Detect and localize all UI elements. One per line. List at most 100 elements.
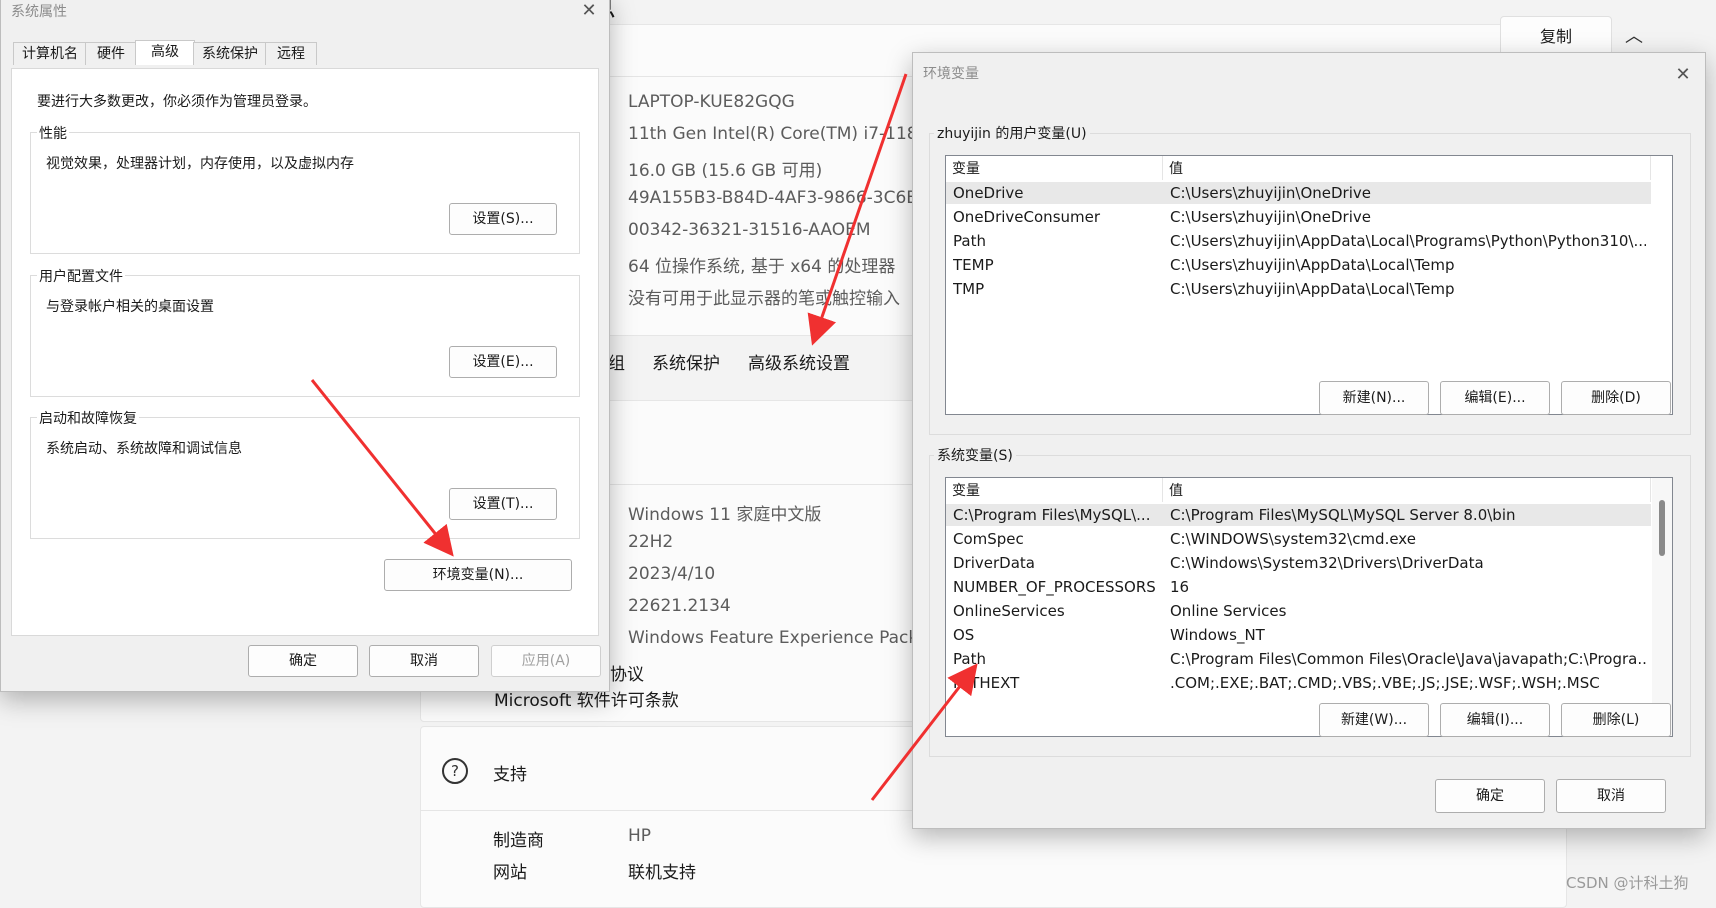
column-header-value[interactable]: 值 (1163, 478, 1651, 502)
manufacturer-value: HP (628, 826, 652, 846)
startup-recovery-desc: 系统启动、系统故障和调试信息 (46, 441, 242, 457)
ram-value: 16.0 GB (15.6 GB 可用) (628, 161, 823, 181)
variable-value-cell: C:\WINDOWS\system32\cmd.exe (1170, 530, 1416, 548)
variable-name-cell: Path (953, 232, 986, 250)
variable-value-cell: 16 (1170, 578, 1190, 596)
device-id-value: 49A155B3-B84D-4AF3-9866-3C6EF96 (628, 188, 949, 208)
column-header-variable[interactable]: 变量 (946, 156, 1163, 180)
edition-value: Windows 11 家庭中文版 (628, 505, 822, 525)
dialog-title: 系统属性 (11, 4, 67, 20)
chevron-up-icon[interactable]: ︿ (1625, 22, 1643, 48)
system-edit-button[interactable]: 编辑(I)... (1440, 703, 1550, 737)
table-row[interactable]: DriverData C:\Windows\System32\Drivers\Dr… (946, 552, 1651, 574)
user-profiles-desc: 与登录帐户相关的桌面设置 (46, 299, 214, 315)
tab-strip: 计算机名 硬件 高级 系统保护 远程 (13, 40, 593, 68)
tab-advanced[interactable]: 高级 (135, 40, 195, 65)
version-value: 22H2 (628, 532, 674, 552)
table-row[interactable]: OS Windows_NT (946, 624, 1651, 646)
variable-value-cell: C:\Program Files\Common Files\Oracle\Jav… (1170, 650, 1646, 668)
environment-variables-dialog: 环境变量 ✕ zhuyijin 的用户变量(U) 变量 值 OneDrive C:… (912, 52, 1706, 829)
variable-name-cell: OnlineServices (953, 602, 1065, 620)
tab-remote[interactable]: 远程 (265, 42, 317, 65)
close-icon[interactable]: ✕ (1669, 61, 1697, 89)
tab-system-protection[interactable]: 系统保护 (193, 42, 267, 65)
support-title: 支持 (493, 765, 527, 785)
variable-name-cell: PATHEXT (953, 674, 1020, 692)
variable-name-cell: OS (953, 626, 975, 644)
variable-name-cell: OneDrive (953, 184, 1024, 202)
related-link-domain[interactable]: 组 (608, 349, 625, 374)
table-row[interactable]: OneDrive C:\Users\zhuyijin\OneDrive (946, 182, 1651, 204)
manufacturer-label: 制造商 (493, 831, 544, 851)
user-edit-button[interactable]: 编辑(E)... (1440, 381, 1550, 415)
scrollbar-thumb[interactable] (1659, 500, 1665, 556)
help-icon: ? (442, 758, 468, 784)
advanced-tab-panel: 要进行大多数更改，你必须作为管理员登录。 性能 视觉效果，处理器计划，内存使用，… (11, 68, 599, 636)
variable-value-cell: C:\Users\zhuyijin\AppData\Local\Temp (1170, 256, 1455, 274)
table-row[interactable]: Path C:\Users\zhuyijin\AppData\Local\Prog… (946, 230, 1651, 252)
performance-desc: 视觉效果，处理器计划，内存使用，以及虚拟内存 (46, 156, 354, 172)
user-profiles-group (30, 275, 580, 397)
ok-button[interactable]: 确定 (248, 645, 358, 677)
user-profiles-title: 用户配置文件 (37, 266, 125, 286)
system-variables-list[interactable]: 变量 值 C:\Program Files\MySQL\... C:\Progra… (945, 477, 1673, 737)
variable-value-cell: Windows_NT (1170, 626, 1265, 644)
env-cancel-button[interactable]: 取消 (1556, 779, 1666, 813)
close-icon[interactable]: ✕ (575, 0, 603, 25)
watermark: CSDN @计科土狗 (1566, 874, 1689, 892)
table-row[interactable]: OneDriveConsumer C:\Users\zhuyijin\OneDri… (946, 206, 1651, 228)
user-delete-button[interactable]: 删除(D) (1561, 381, 1671, 415)
table-row[interactable]: PATHEXT .COM;.EXE;.BAT;.CMD;.VBS;.VBE;.JS… (946, 672, 1651, 694)
related-link-advanced-settings[interactable]: 高级系统设置 (748, 349, 850, 374)
related-link-system-protection[interactable]: 系统保护 (652, 349, 720, 374)
startup-recovery-group (30, 417, 580, 539)
product-id-value: 00342-36321-31516-AAOEM (628, 220, 871, 240)
table-row[interactable]: ComSpec C:\WINDOWS\system32\cmd.exe (946, 528, 1651, 550)
environment-variables-button[interactable]: 环境变量(N)... (384, 559, 572, 591)
scrollbar[interactable] (1652, 478, 1672, 736)
table-row[interactable]: C:\Program Files\MySQL\... C:\Program Fil… (946, 504, 1651, 526)
website-label: 网站 (493, 863, 527, 883)
variable-value-cell: .COM;.EXE;.BAT;.CMD;.VBS;.VBE;.JS;.JSE;.… (1170, 674, 1600, 692)
table-row[interactable]: NUMBER_OF_PROCESSORS 16 (946, 576, 1651, 598)
table-row[interactable]: TMP C:\Users\zhuyijin\AppData\Local\Temp (946, 278, 1651, 300)
cancel-button[interactable]: 取消 (369, 645, 479, 677)
column-header-value[interactable]: 值 (1163, 156, 1651, 180)
system-delete-button[interactable]: 删除(L) (1561, 703, 1671, 737)
env-dialog-title: 环境变量 (923, 66, 979, 82)
install-date-value: 2023/4/10 (628, 564, 716, 584)
user-variables-list[interactable]: 变量 值 OneDrive C:\Users\zhuyijin\OneDrive O… (945, 155, 1673, 415)
device-name-value: LAPTOP-KUE82GQG (628, 92, 795, 112)
table-row[interactable]: TEMP C:\Users\zhuyijin\AppData\Local\Temp (946, 254, 1651, 276)
variable-name-cell: TEMP (953, 256, 994, 274)
performance-title: 性能 (37, 123, 69, 143)
variable-name-cell: Path (953, 650, 986, 668)
env-ok-button[interactable]: 确定 (1435, 779, 1545, 813)
variable-name-cell: DriverData (953, 554, 1035, 572)
performance-group (30, 132, 580, 254)
system-properties-dialog: 系统属性 ✕ 计算机名 硬件 高级 系统保护 远程 要进行大多数更改，你必须作为… (0, 0, 610, 692)
system-variables-title: 系统变量(S) (934, 445, 1016, 465)
variable-value-cell: C:\Program Files\MySQL\MySQL Server 8.0\… (1170, 506, 1516, 524)
performance-settings-button[interactable]: 设置(S)... (449, 203, 557, 235)
user-profiles-settings-button[interactable]: 设置(E)... (449, 346, 557, 378)
online-support-link[interactable]: 联机支持 (628, 858, 696, 883)
variable-value-cell: C:\Windows\System32\Drivers\DriverData (1170, 554, 1484, 572)
list-header: 变量 值 (946, 156, 1672, 180)
apply-button[interactable]: 应用(A) (491, 645, 601, 677)
list-header: 变量 值 (946, 478, 1672, 502)
column-header-variable[interactable]: 变量 (946, 478, 1163, 502)
table-row[interactable]: OnlineServices Online Services (946, 600, 1651, 622)
variable-value-cell: C:\Users\zhuyijin\AppData\Local\Temp (1170, 280, 1455, 298)
variable-name-cell: ComSpec (953, 530, 1024, 548)
tab-hardware[interactable]: 硬件 (85, 42, 137, 65)
startup-recovery-title: 启动和故障恢复 (37, 408, 139, 428)
startup-recovery-settings-button[interactable]: 设置(T)... (449, 488, 557, 520)
table-row[interactable]: Path C:\Program Files\Common Files\Oracle… (946, 648, 1651, 670)
tab-computer-name[interactable]: 计算机名 (13, 42, 87, 65)
pen-touch-value: 没有可用于此显示器的笔或触控输入 (628, 289, 900, 309)
user-new-button[interactable]: 新建(N)... (1319, 381, 1429, 415)
system-new-button[interactable]: 新建(W)... (1319, 703, 1429, 737)
variable-value-cell: C:\Users\zhuyijin\OneDrive (1170, 208, 1371, 226)
services-agreement-link[interactable]: 协议 (610, 660, 644, 685)
